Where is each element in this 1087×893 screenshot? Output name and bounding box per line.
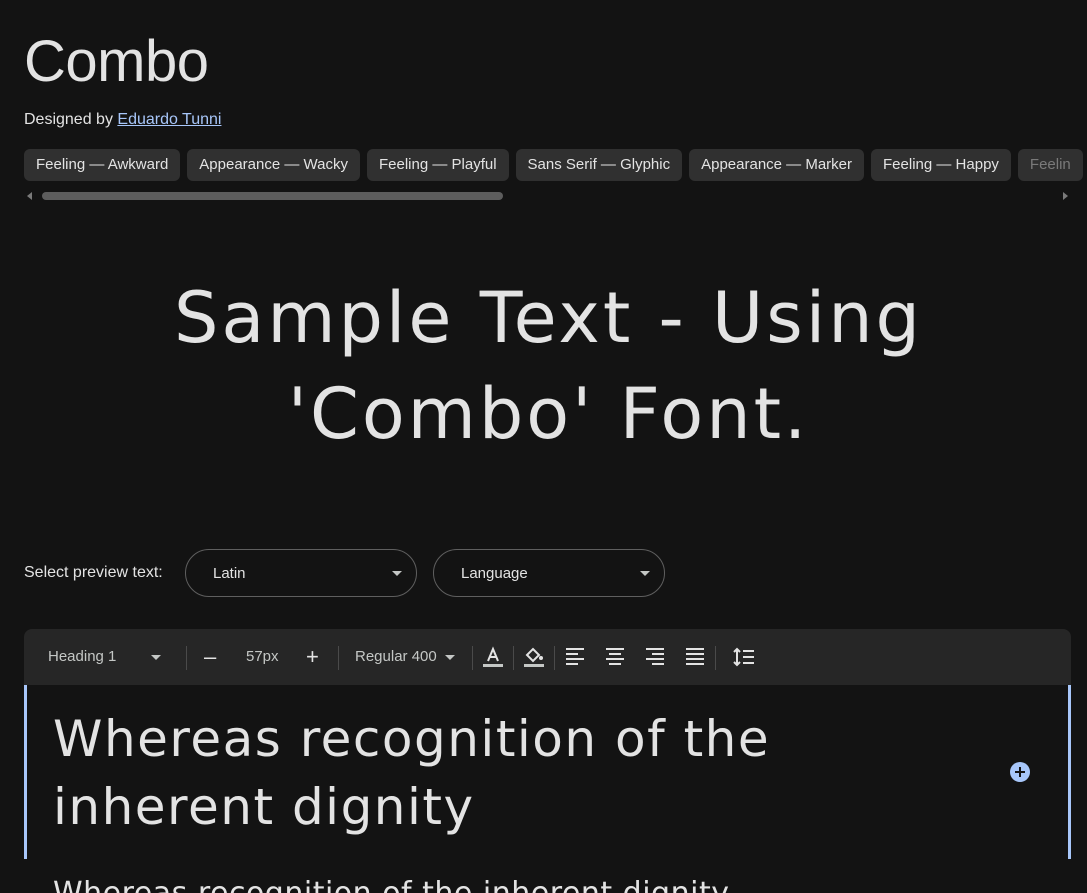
align-left-icon[interactable] — [563, 645, 587, 669]
scrollbar-thumb[interactable] — [42, 192, 503, 200]
sample-text-preview: Sample Text - Using 'Combo' Font. — [173, 277, 923, 455]
scroll-right-arrow-icon[interactable] — [1063, 192, 1068, 200]
tag-chip[interactable]: Feeling — Playful — [366, 149, 509, 181]
script-select[interactable]: Latin — [185, 549, 417, 597]
font-weight-select[interactable]: Regular 400 — [355, 629, 437, 685]
designer-line: Designed by Eduardo Tunni — [24, 111, 221, 129]
tag-scrollbar[interactable] — [24, 190, 1071, 202]
tag-chip[interactable]: Appearance — Marker — [689, 149, 865, 181]
tag-list: Feeling — Awkward Appearance — Wacky Fee… — [24, 149, 1087, 182]
chevron-down-icon — [640, 571, 650, 576]
designer-prefix: Designed by — [24, 111, 113, 128]
editor-heading-text[interactable]: Whereas recognition of the inherent dign… — [53, 705, 953, 841]
chevron-down-icon — [392, 571, 402, 576]
tag-chip[interactable]: Sans Serif — Glyphic — [515, 149, 683, 181]
language-select-value: Language — [461, 565, 528, 582]
add-block-icon[interactable] — [1010, 762, 1030, 782]
tag-chip[interactable]: Feeling — Happy — [871, 149, 1011, 181]
toolbar-divider — [513, 646, 514, 670]
font-title: Combo — [24, 29, 209, 94]
text-color-icon[interactable] — [481, 645, 505, 669]
toolbar-divider — [554, 646, 555, 670]
font-specimen-page: Combo Designed by Eduardo Tunni Feeling … — [0, 0, 1087, 893]
preview-text-label: Select preview text: — [24, 564, 163, 581]
toolbar-divider — [715, 646, 716, 670]
decrease-size-button[interactable]: – — [204, 629, 216, 685]
script-select-value: Latin — [213, 565, 246, 582]
font-size-value[interactable]: 57px — [246, 629, 279, 685]
toolbar-divider — [186, 646, 187, 670]
text-style-select[interactable]: Heading 1 — [48, 629, 116, 685]
highlight-color-icon[interactable] — [522, 645, 546, 669]
tag-chip[interactable]: Feelin — [1017, 149, 1083, 181]
align-center-icon[interactable] — [603, 645, 627, 669]
editor-paragraph-text[interactable]: Whereas recognition of the inherent dign… — [53, 876, 729, 893]
toolbar-divider — [472, 646, 473, 670]
tag-chip[interactable]: Appearance — Wacky — [187, 149, 360, 181]
align-right-icon[interactable] — [643, 645, 667, 669]
editor-block-selected[interactable]: Whereas recognition of the inherent dign… — [24, 685, 1071, 859]
tag-chip[interactable]: Feeling — Awkward — [24, 149, 181, 181]
align-justify-icon[interactable] — [683, 645, 707, 669]
line-height-icon[interactable] — [732, 645, 756, 669]
chevron-down-icon[interactable] — [445, 655, 455, 660]
toolbar-divider — [338, 646, 339, 670]
editor-toolbar: Heading 1 – 57px + Regular 400 — [24, 629, 1071, 685]
language-select[interactable]: Language — [433, 549, 665, 597]
designer-link[interactable]: Eduardo Tunni — [117, 111, 221, 128]
scroll-left-arrow-icon[interactable] — [27, 192, 32, 200]
chevron-down-icon[interactable] — [151, 655, 161, 660]
increase-size-button[interactable]: + — [306, 629, 319, 685]
